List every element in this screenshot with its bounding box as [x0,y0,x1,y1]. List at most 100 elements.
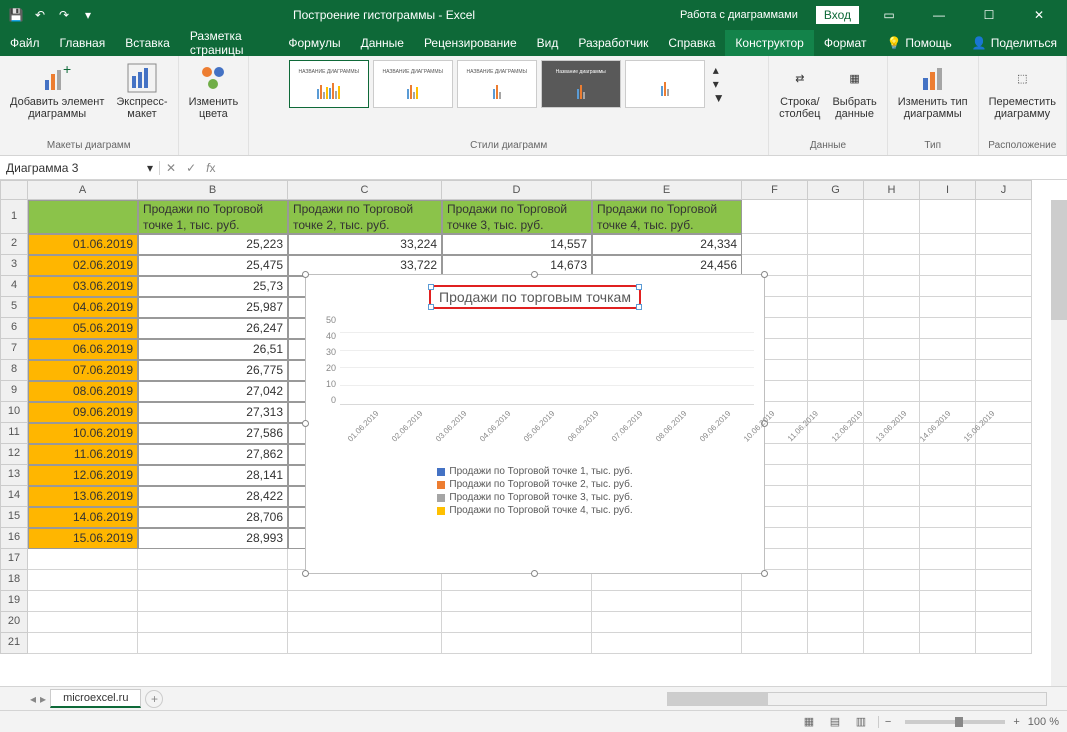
row-header[interactable]: 15 [0,507,28,528]
cell[interactable] [920,549,976,570]
cell[interactable] [808,486,864,507]
tab-home[interactable]: Главная [50,30,116,56]
cell[interactable] [808,234,864,255]
cell[interactable] [920,570,976,591]
cell[interactable] [864,591,920,612]
row-header[interactable]: 12 [0,444,28,465]
cell[interactable]: 33,722 [288,255,442,276]
cell[interactable] [864,255,920,276]
cell[interactable] [976,339,1032,360]
row-header[interactable]: 3 [0,255,28,276]
chart-style-2[interactable]: НАЗВАНИЕ ДИАГРАММЫ [373,60,453,108]
tab-data[interactable]: Данные [351,30,414,56]
cell[interactable]: Продажи по Торговой точке 2, тыс. руб. [288,200,442,234]
switch-row-column-button[interactable]: ⇄Строка/ столбец [775,60,824,122]
cell[interactable] [442,591,592,612]
resize-handle[interactable] [761,570,768,577]
minimize-icon[interactable]: — [919,8,959,22]
cell[interactable] [976,591,1032,612]
cell[interactable] [592,612,742,633]
tab-review[interactable]: Рецензирование [414,30,527,56]
row-header[interactable]: 1 [0,200,28,234]
cell[interactable]: 28,706 [138,507,288,528]
column-header[interactable]: I [920,180,976,200]
cell[interactable]: 09.06.2019 [28,402,138,423]
column-header[interactable]: H [864,180,920,200]
cell[interactable] [808,318,864,339]
cell[interactable] [920,633,976,654]
cell[interactable]: 14,673 [442,255,592,276]
zoom-out-button[interactable]: − [878,716,897,728]
cell[interactable] [864,276,920,297]
cell[interactable]: 08.06.2019 [28,381,138,402]
cell[interactable]: 26,775 [138,360,288,381]
row-header[interactable]: 7 [0,339,28,360]
cell[interactable] [920,339,976,360]
resize-handle[interactable] [531,271,538,278]
cell[interactable]: Продажи по Торговой точке 3, тыс. руб. [442,200,592,234]
cell[interactable] [864,318,920,339]
chart-style-4[interactable]: Название диаграммы [541,60,621,108]
cell[interactable]: 24,456 [592,255,742,276]
change-colors-button[interactable]: Изменить цвета [185,60,243,122]
cell[interactable] [920,591,976,612]
qat-customize-icon[interactable]: ▾ [80,7,96,23]
tell-me-button[interactable]: 💡Помощь [876,30,961,56]
cell[interactable] [808,297,864,318]
cell[interactable] [742,234,808,255]
cell[interactable] [976,612,1032,633]
cell[interactable] [742,612,808,633]
row-header[interactable]: 11 [0,423,28,444]
tab-developer[interactable]: Разработчик [568,30,658,56]
cell[interactable] [288,633,442,654]
styles-scroll-down-icon[interactable]: ▾ [713,77,725,91]
cell[interactable]: 33,224 [288,234,442,255]
cell[interactable] [976,507,1032,528]
row-header[interactable]: 8 [0,360,28,381]
horizontal-scrollbar[interactable] [667,692,1047,706]
row-header[interactable]: 6 [0,318,28,339]
save-icon[interactable]: 💾 [8,7,24,23]
cell[interactable] [920,612,976,633]
undo-icon[interactable]: ↶ [32,7,48,23]
cell[interactable]: 14,557 [442,234,592,255]
sheet-nav-prev-icon[interactable]: ◂ [30,692,36,706]
column-header[interactable]: J [976,180,1032,200]
tab-file[interactable]: Файл [0,30,50,56]
cell[interactable] [138,612,288,633]
cell[interactable] [288,612,442,633]
cell[interactable] [976,633,1032,654]
cell[interactable] [808,570,864,591]
tab-help[interactable]: Справка [658,30,725,56]
cell[interactable] [864,234,920,255]
redo-icon[interactable]: ↷ [56,7,72,23]
cell[interactable]: 25,223 [138,234,288,255]
tab-formulas[interactable]: Формулы [278,30,350,56]
cell[interactable] [592,591,742,612]
maximize-icon[interactable]: ☐ [969,8,1009,22]
cell[interactable] [864,570,920,591]
cell[interactable] [28,591,138,612]
sheet-tab[interactable]: microexcel.ru [50,689,141,708]
cell[interactable] [442,612,592,633]
column-header[interactable]: D [442,180,592,200]
cell[interactable]: Продажи по Торговой точке 1, тыс. руб. [138,200,288,234]
cell[interactable] [976,465,1032,486]
cell[interactable] [138,591,288,612]
chart-styles-gallery[interactable]: НАЗВАНИЕ ДИАГРАММЫ НАЗВАНИЕ ДИАГРАММЫ НА… [289,60,729,108]
cell[interactable]: 10.06.2019 [28,423,138,444]
cell[interactable]: 02.06.2019 [28,255,138,276]
resize-handle[interactable] [531,570,538,577]
cell[interactable]: 11.06.2019 [28,444,138,465]
zoom-slider-thumb[interactable] [955,717,963,727]
resize-handle[interactable] [761,271,768,278]
cell[interactable]: 27,862 [138,444,288,465]
cell[interactable]: 25,73 [138,276,288,297]
cell[interactable] [920,465,976,486]
cancel-formula-icon[interactable]: ✕ [166,161,176,175]
cell[interactable] [864,360,920,381]
cell[interactable] [864,549,920,570]
share-button[interactable]: 👤Поделиться [962,30,1067,56]
cell[interactable] [864,528,920,549]
cell[interactable] [808,255,864,276]
